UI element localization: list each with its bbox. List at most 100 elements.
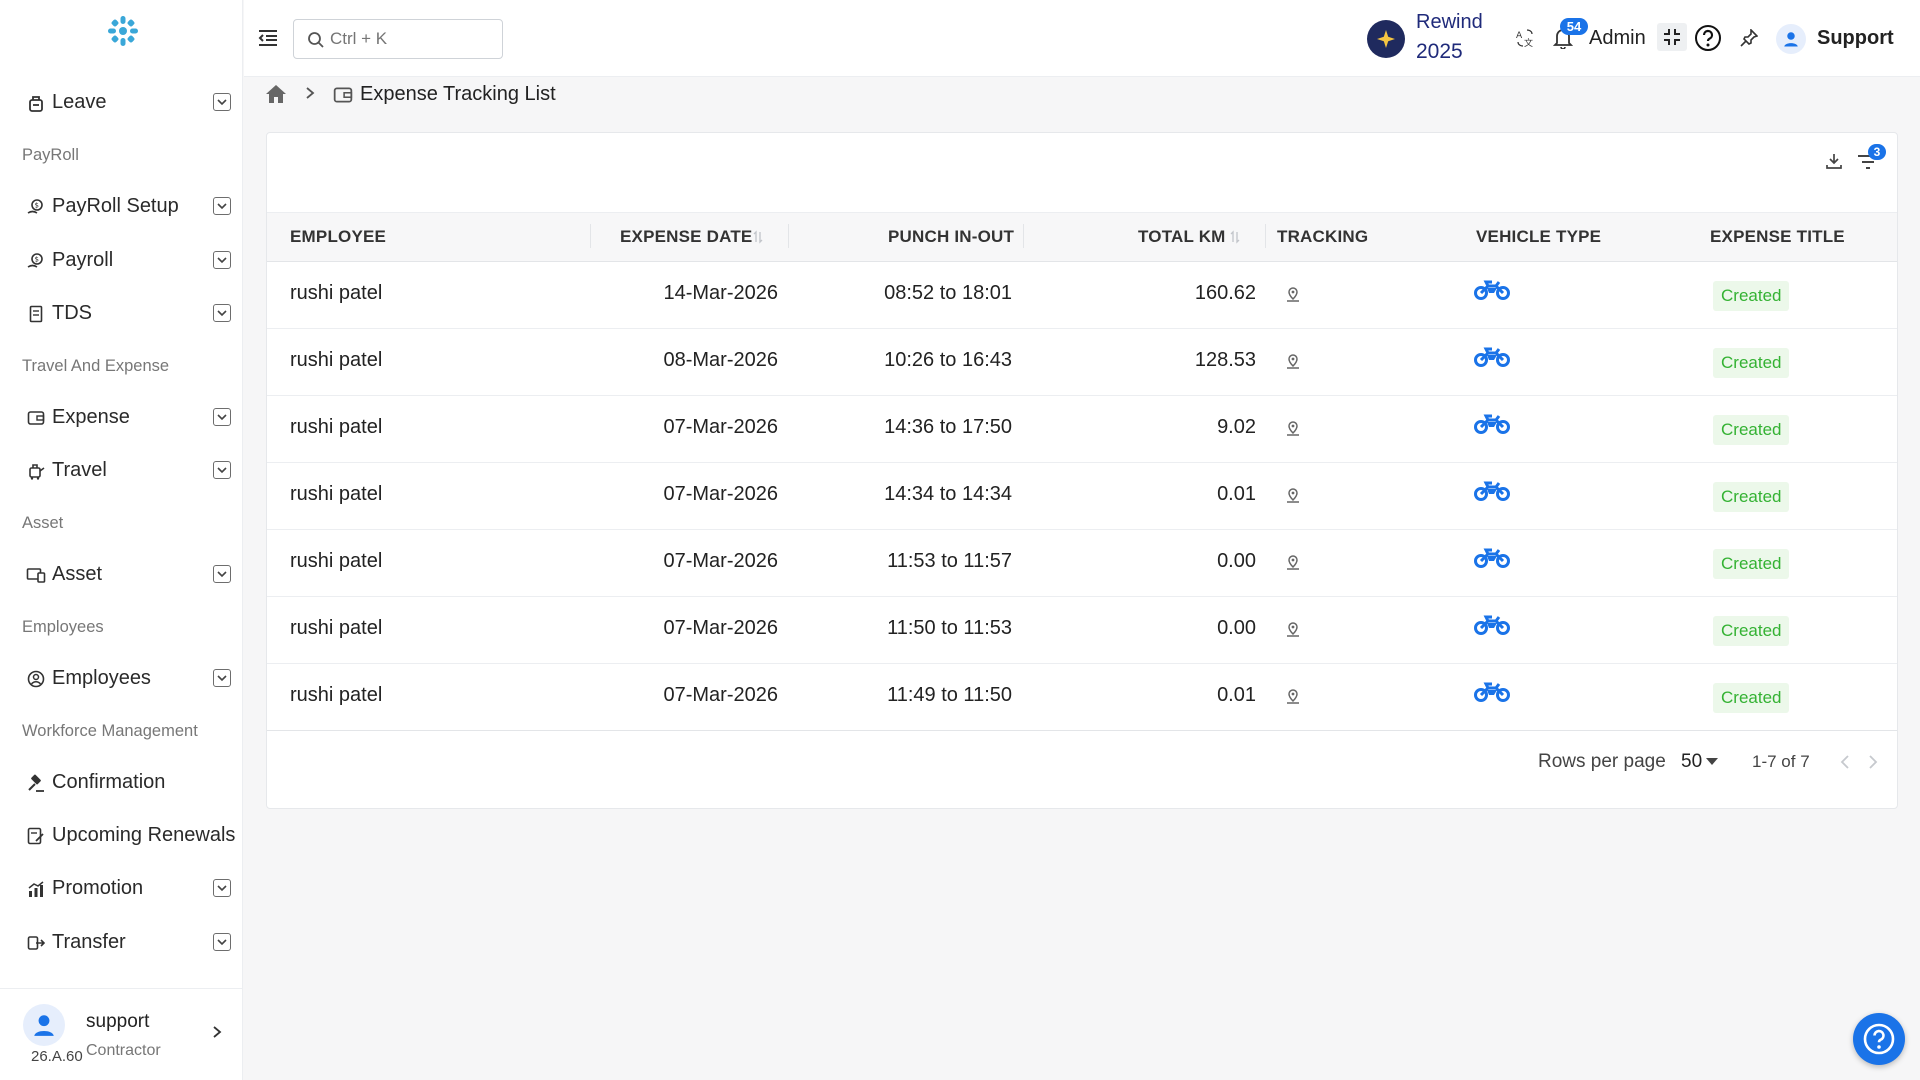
sidebar-item-asset[interactable]: Asset	[0, 552, 242, 596]
bike-icon	[1474, 414, 1510, 434]
caret-down-icon[interactable]	[1706, 758, 1718, 766]
transfer-icon	[26, 933, 46, 953]
sort-icon[interactable]	[1230, 230, 1240, 244]
download-icon[interactable]	[1825, 152, 1843, 170]
table-row[interactable]	[267, 664, 1897, 731]
next-page-icon[interactable]	[1867, 754, 1879, 770]
rewind-label[interactable]: Rewind	[1416, 11, 1483, 34]
bike-icon	[1474, 548, 1510, 568]
app-logo-icon[interactable]	[106, 14, 140, 48]
map-pin-icon[interactable]	[1284, 554, 1302, 572]
column-header-expense-date[interactable]: EXPENSE DATE	[620, 227, 752, 247]
sidebar-item-leave[interactable]: Leave	[0, 80, 242, 124]
table-row[interactable]	[267, 463, 1897, 530]
status-badge: Created	[1713, 415, 1790, 445]
sidebar-item-payroll-setup[interactable]: $ PayRoll Setup	[0, 184, 242, 228]
rows-per-page-label: Rows per page	[1538, 751, 1666, 772]
gavel-icon	[26, 773, 46, 793]
rewind-year[interactable]: 2025	[1416, 40, 1463, 64]
chevron-down-icon[interactable]	[213, 461, 231, 479]
chevron-down-icon[interactable]	[213, 197, 231, 215]
chevron-down-icon[interactable]	[213, 933, 231, 951]
status-badge: Created	[1713, 348, 1790, 378]
cell-expense-date: 07-Mar-2026	[663, 550, 778, 572]
sidebar-item-label: Promotion	[52, 876, 144, 899]
cell-employee: rushi patel	[290, 282, 383, 304]
search-input[interactable]	[330, 29, 490, 49]
sidebar-item-transfer[interactable]: Transfer	[0, 920, 242, 964]
sidebar-item-tds[interactable]: TDS	[0, 291, 242, 335]
svg-text:$: $	[35, 256, 39, 264]
user-avatar[interactable]	[1776, 24, 1806, 54]
chevron-down-icon[interactable]	[213, 565, 231, 583]
sidebar-item-label: Employees	[52, 666, 151, 689]
column-header-punch-in-out[interactable]: PUNCH IN-OUT	[888, 227, 1014, 247]
table-row[interactable]	[267, 329, 1897, 396]
map-pin-icon[interactable]	[1284, 286, 1302, 304]
sidebar-item-promotion[interactable]: Promotion	[0, 866, 242, 910]
user-menu[interactable]: Support	[1817, 27, 1894, 50]
column-header-total-km[interactable]: TOTAL KM	[1138, 227, 1226, 247]
bike-icon	[1474, 682, 1510, 702]
column-header-vehicle-type[interactable]: VEHICLE TYPE	[1476, 227, 1601, 247]
column-header-tracking[interactable]: TRACKING	[1277, 227, 1368, 247]
status-badge: Created	[1713, 616, 1790, 646]
sort-icon[interactable]	[753, 230, 763, 244]
column-header-employee[interactable]: EMPLOYEE	[290, 227, 386, 247]
sidebar-section-employees: Employees	[22, 618, 104, 636]
sidebar-section-asset: Asset	[22, 514, 64, 532]
svg-text:A: A	[1516, 31, 1523, 41]
wallet-icon	[333, 87, 353, 103]
sidebar-item-travel[interactable]: Travel	[0, 448, 242, 492]
help-circle-icon[interactable]	[1694, 24, 1722, 52]
translate-icon[interactable]: A文	[1513, 26, 1537, 50]
rows-per-page-select[interactable]: 50	[1681, 751, 1702, 773]
column-header-expense-title[interactable]: EXPENSE TITLE	[1710, 227, 1845, 247]
help-icon	[1863, 1023, 1895, 1055]
sidebar-item-payroll[interactable]: $ Payroll	[0, 238, 242, 282]
chevron-right-icon[interactable]	[210, 1025, 224, 1039]
rewind-sparkle-icon[interactable]	[1367, 20, 1405, 58]
devices-icon	[26, 565, 46, 585]
filter-count-badge: 3	[1868, 144, 1886, 160]
role-switcher[interactable]: Admin	[1589, 27, 1646, 50]
sidebar-item-label: Transfer	[52, 930, 126, 953]
app-version: 26.A.60	[31, 1048, 83, 1065]
map-pin-icon[interactable]	[1284, 420, 1302, 438]
pin-icon[interactable]	[1737, 26, 1761, 50]
table-row[interactable]	[267, 597, 1897, 664]
chevron-down-icon[interactable]	[213, 304, 231, 322]
map-pin-icon[interactable]	[1284, 353, 1302, 371]
luggage-icon	[26, 461, 46, 481]
column-divider	[788, 224, 789, 248]
cell-total-km: 0.00	[1217, 550, 1256, 572]
avatar[interactable]	[23, 1004, 65, 1046]
map-pin-icon[interactable]	[1284, 688, 1302, 706]
sidebar-item-label: Confirmation	[52, 770, 166, 793]
bike-icon	[1474, 347, 1510, 367]
previous-page-icon[interactable]	[1839, 754, 1851, 770]
search-box[interactable]	[293, 19, 503, 59]
sidebar-item-confirmation[interactable]: Confirmation	[0, 760, 242, 804]
money-hand-icon: $	[26, 251, 46, 271]
map-pin-icon[interactable]	[1284, 621, 1302, 639]
footer-user-role: Contractor	[86, 1042, 161, 1059]
cell-expense-date: 07-Mar-2026	[663, 617, 778, 639]
fullscreen-exit-icon[interactable]	[1657, 23, 1687, 51]
sidebar-item-upcoming-renewals[interactable]: Upcoming Renewals	[0, 813, 242, 857]
home-icon[interactable]	[265, 84, 287, 104]
sidebar-item-expense[interactable]: Expense	[0, 395, 242, 439]
menu-toggle-icon[interactable]	[256, 26, 280, 50]
chevron-down-icon[interactable]	[213, 669, 231, 687]
chevron-down-icon[interactable]	[213, 879, 231, 897]
chevron-down-icon[interactable]	[213, 408, 231, 426]
sidebar-item-employees[interactable]: Employees	[0, 656, 242, 700]
map-pin-icon[interactable]	[1284, 487, 1302, 505]
table-row[interactable]	[267, 530, 1897, 597]
table-row[interactable]	[267, 396, 1897, 463]
sidebar-item-label: Upcoming Renewals	[52, 823, 236, 846]
chevron-down-icon[interactable]	[213, 251, 231, 269]
table-row[interactable]	[267, 262, 1897, 329]
help-fab-button[interactable]	[1853, 1013, 1905, 1065]
chevron-down-icon[interactable]	[213, 93, 231, 111]
